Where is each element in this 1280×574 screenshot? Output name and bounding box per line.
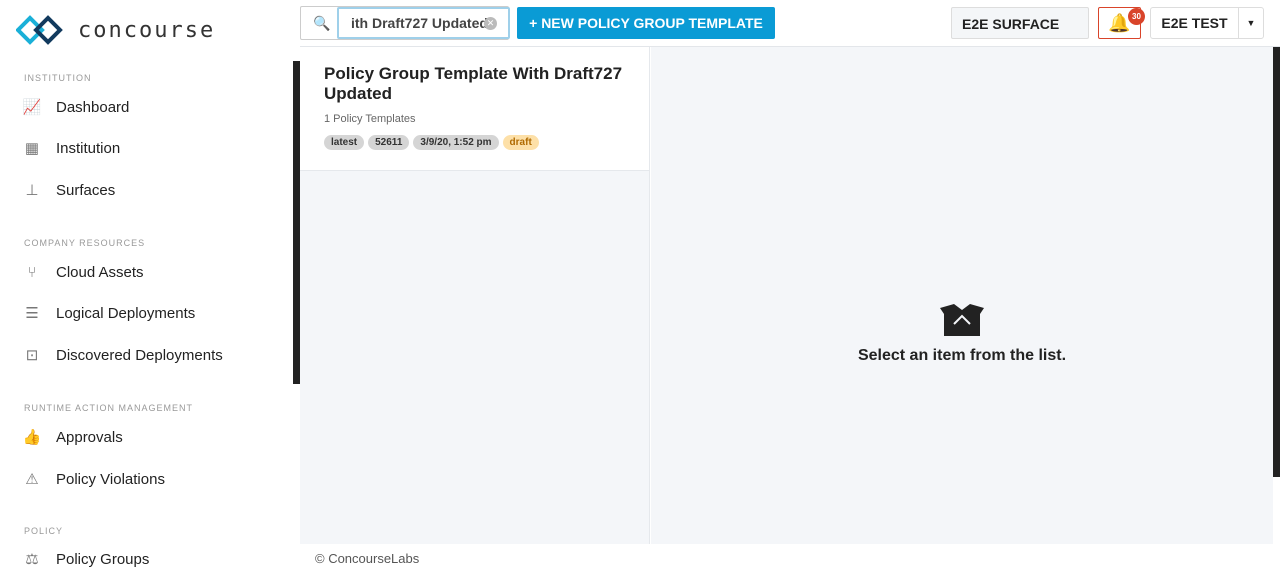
server-icon: ☰ (25, 304, 39, 322)
sidebar-item-institution[interactable]: ▦ Institution (22, 140, 120, 157)
item-subtitle: 1 Policy Templates (324, 113, 416, 125)
new-policy-group-template-button[interactable]: + NEW POLICY GROUP TEMPLATE (517, 7, 775, 39)
discover-icon: ⊡ (25, 346, 39, 364)
sidebar-item-approvals[interactable]: 👍 Approvals (22, 429, 123, 446)
building-icon: ▦ (24, 139, 40, 157)
sitemap-icon: ⊥ (25, 181, 39, 199)
section-policy: POLICY (24, 526, 64, 536)
surface-selector[interactable]: E2E SURFACE (951, 7, 1089, 39)
sidebar-item-policy-violations[interactable]: ⚠ Policy Violations (22, 471, 165, 488)
user-menu[interactable]: E2E TEST ▼ (1150, 7, 1264, 39)
search-box: 🔍 ✕ (300, 6, 510, 40)
branch-icon: ⑂ (27, 263, 37, 281)
footer-copyright: © ConcourseLabs (315, 551, 420, 566)
list-item[interactable]: Policy Group Template With Draft727 Upda… (300, 47, 649, 171)
sidebar-item-dashboard[interactable]: 📈 Dashboard (22, 98, 130, 116)
tag-latest: latest (324, 135, 365, 150)
section-institution: INSTITUTION (24, 73, 92, 83)
logo[interactable]: concourse (16, 12, 215, 48)
chart-icon: 📈 (22, 98, 42, 116)
chevron-down-icon[interactable]: ▼ (1238, 8, 1263, 38)
sidebar: concourse INSTITUTION 📈 Dashboard ▦ Instit… (0, 0, 300, 574)
notification-count-badge: 30 (1128, 8, 1145, 25)
tag-id: 52611 (368, 135, 410, 150)
sidebar-item-discovered-deployments[interactable]: ⊡ Discovered Deployments (22, 347, 223, 364)
search-icon[interactable]: 🔍 (313, 15, 330, 32)
open-box-icon (940, 304, 984, 336)
sidebar-scrollbar[interactable] (293, 61, 300, 384)
item-title: Policy Group Template With Draft727 Upda… (324, 64, 623, 103)
detail-scrollbar[interactable] (1273, 47, 1280, 477)
section-company-resources: COMPANY RESOURCES (24, 238, 146, 248)
detail-pane: Select an item from the list. (651, 47, 1273, 544)
brand-name: concourse (78, 17, 216, 43)
sidebar-item-logical-deployments[interactable]: ☰ Logical Deployments (22, 305, 195, 322)
topbar: 🔍 ✕ + NEW POLICY GROUP TEMPLATE E2E SURF… (300, 0, 1280, 47)
tag-date: 3/9/20, 1:52 pm (413, 135, 499, 150)
sidebar-item-surfaces[interactable]: ⊥ Surfaces (22, 182, 115, 199)
thumbs-up-icon: 👍 (22, 428, 42, 446)
section-runtime: RUNTIME ACTION MANAGEMENT (24, 403, 194, 413)
clear-search-icon[interactable]: ✕ (484, 17, 497, 30)
user-name[interactable]: E2E TEST (1151, 8, 1238, 38)
balance-icon: ⚖ (25, 550, 39, 568)
empty-state-text: Select an item from the list. (857, 347, 1067, 364)
template-list: Policy Group Template With Draft727 Upda… (300, 47, 650, 544)
concourse-logo-icon (16, 15, 63, 45)
sidebar-item-policy-groups[interactable]: ⚖ Policy Groups (22, 551, 149, 568)
sidebar-item-cloud-assets[interactable]: ⑂ Cloud Assets (22, 263, 143, 281)
warning-icon: ⚠ (25, 470, 39, 488)
tag-draft: draft (502, 135, 539, 150)
